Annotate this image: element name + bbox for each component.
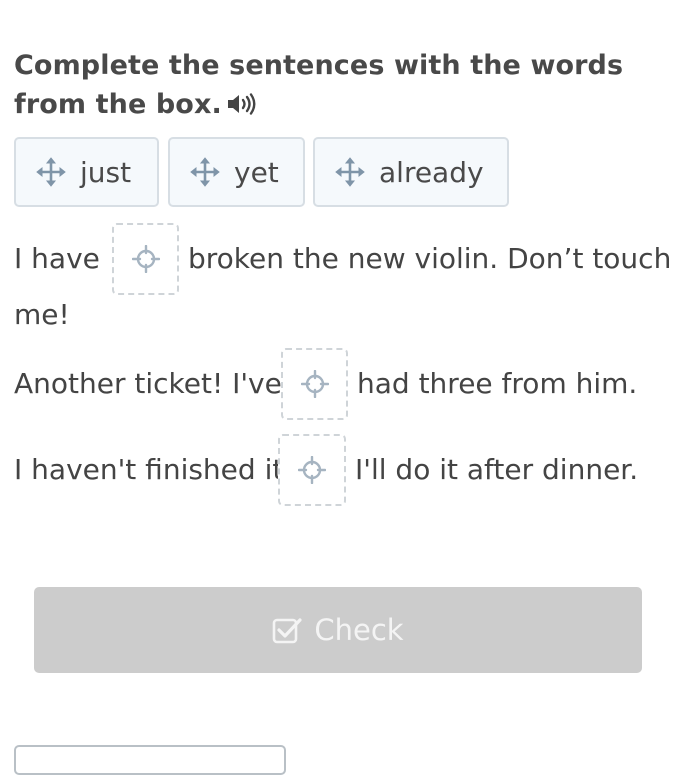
next-control[interactable] bbox=[14, 745, 286, 775]
sentence-1-before: I have bbox=[14, 242, 100, 275]
move-icon bbox=[335, 157, 365, 187]
sentence-1-after-wrap: me! bbox=[14, 298, 70, 331]
move-icon bbox=[190, 157, 220, 187]
speaker-icon[interactable] bbox=[226, 87, 256, 126]
target-icon bbox=[131, 245, 160, 273]
drop-slot-1[interactable] bbox=[112, 223, 179, 295]
sentence-3-after: I'll do it after dinner. bbox=[355, 453, 639, 486]
word-chip-label: just bbox=[80, 155, 132, 189]
target-icon bbox=[298, 456, 326, 484]
move-icon bbox=[36, 157, 66, 187]
word-chip-label: already bbox=[379, 155, 484, 189]
sentence-2-after: had three from him. bbox=[357, 367, 638, 400]
sentence-1-after: broken the new violin. Don’t touch bbox=[188, 242, 672, 275]
word-chip-just[interactable]: just bbox=[14, 137, 159, 207]
check-button-label: Check bbox=[314, 613, 404, 647]
drop-slot-3[interactable] bbox=[278, 434, 346, 506]
drop-slot-2[interactable] bbox=[281, 348, 348, 420]
check-button[interactable]: Check bbox=[34, 587, 642, 673]
word-chip-label: yet bbox=[234, 155, 279, 189]
sentence-3-before: I haven't finished it bbox=[14, 453, 284, 486]
sentence-2-before: Another ticket! I've bbox=[14, 367, 282, 400]
word-chip-already[interactable]: already bbox=[313, 137, 509, 207]
target-icon bbox=[300, 370, 329, 398]
word-chip-yet[interactable]: yet bbox=[168, 137, 305, 207]
checkbox-checked-icon bbox=[272, 616, 302, 644]
instruction-text: Complete the sentences with the words fr… bbox=[14, 50, 624, 120]
instruction-heading: Complete the sentences with the words fr… bbox=[14, 46, 674, 126]
